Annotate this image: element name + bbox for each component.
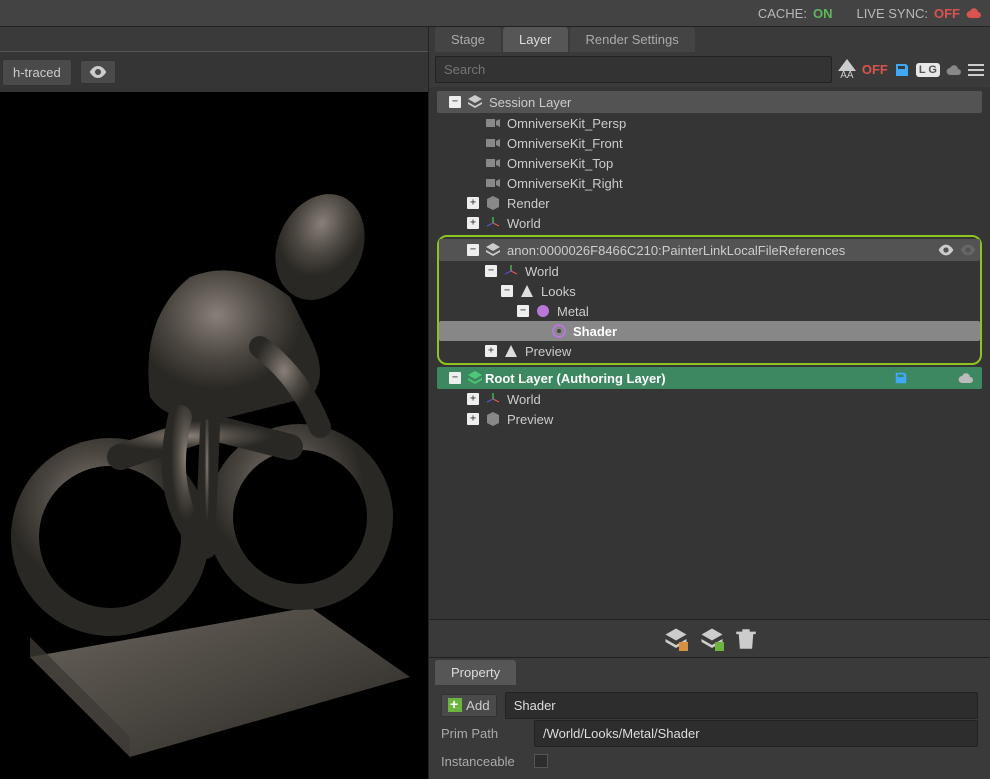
expand-icon[interactable]	[485, 265, 497, 277]
cloud-icon-grey[interactable]	[958, 372, 974, 384]
expand-icon[interactable]	[517, 305, 529, 317]
panel-tabs: Stage Layer Render Settings	[429, 27, 990, 52]
instanceable-label: Instanceable	[441, 754, 526, 769]
prim-icon	[519, 283, 535, 299]
session-layer-row[interactable]: Session Layer	[437, 91, 982, 113]
camera-icon	[485, 115, 501, 131]
cloud-icon-grey[interactable]	[946, 64, 962, 76]
axis-icon	[503, 263, 519, 279]
tree-item-looks[interactable]: Looks	[439, 281, 980, 301]
tree-item-persp[interactable]: OmniverseKit_Persp	[437, 113, 982, 133]
tree-item-render[interactable]: Render	[437, 193, 982, 213]
tab-property[interactable]: Property	[435, 660, 516, 685]
tree-item-metal[interactable]: Metal	[439, 301, 980, 321]
root-layer-row[interactable]: Root Layer (Authoring Layer)	[437, 367, 982, 389]
viewport-3d[interactable]	[0, 92, 428, 779]
plus-icon	[448, 698, 462, 712]
tree-item-world-1[interactable]: World	[437, 213, 982, 233]
viewport-panel: h-traced	[0, 27, 428, 779]
cache-label: CACHE:	[758, 6, 807, 21]
tree-item-world-3[interactable]: World	[437, 389, 982, 409]
camera-icon	[485, 175, 501, 191]
expand-icon[interactable]	[467, 393, 479, 405]
aa-icon[interactable]: AA	[838, 59, 856, 81]
expand-icon[interactable]	[467, 217, 479, 229]
livesync-label: LIVE SYNC:	[856, 6, 928, 21]
prim-path-label: Prim Path	[441, 726, 526, 741]
axis-icon	[485, 391, 501, 407]
layer-actions	[429, 619, 990, 657]
save-icon[interactable]	[894, 62, 910, 78]
layers-icon	[467, 370, 483, 386]
search-input[interactable]	[435, 56, 832, 83]
save-icon[interactable]	[894, 371, 908, 385]
layer-tree: Session Layer OmniverseKit_Persp Omniver…	[429, 87, 990, 619]
tree-item-front[interactable]: OmniverseKit_Front	[437, 133, 982, 153]
property-panel: Property Add Prim Path Instanceable	[429, 657, 990, 779]
expand-icon[interactable]	[485, 345, 497, 357]
render-mode-button[interactable]: h-traced	[2, 59, 72, 86]
shader-icon	[551, 323, 567, 339]
visibility-button[interactable]	[80, 60, 116, 84]
tab-render-settings[interactable]: Render Settings	[570, 27, 695, 52]
expand-icon[interactable]	[467, 244, 479, 256]
add-button[interactable]: Add	[441, 694, 497, 717]
lg-badge[interactable]: L G	[916, 63, 940, 77]
layer-add-icon[interactable]	[664, 627, 688, 651]
expand-icon[interactable]	[501, 285, 513, 297]
expand-icon[interactable]	[467, 413, 479, 425]
axis-icon	[485, 215, 501, 231]
top-bar: CACHE: ON LIVE SYNC: OFF	[0, 0, 990, 27]
trash-icon[interactable]	[736, 628, 756, 650]
expand-icon[interactable]	[449, 96, 461, 108]
tab-stage[interactable]: Stage	[435, 27, 501, 52]
cache-status: ON	[813, 6, 833, 21]
tree-item-preview-1[interactable]: Preview	[439, 341, 980, 361]
anon-layer-row[interactable]: anon:0000026F8466C210:PainterLinkLocalFi…	[439, 239, 980, 261]
layers-icon	[485, 242, 501, 258]
tree-item-world-2[interactable]: World	[439, 261, 980, 281]
tab-layer[interactable]: Layer	[503, 27, 568, 52]
name-field[interactable]	[505, 692, 978, 719]
viewport-content	[10, 117, 410, 757]
menu-icon[interactable]	[968, 63, 984, 77]
highlighted-layer-group: anon:0000026F8466C210:PainterLinkLocalFi…	[437, 235, 982, 365]
viewport-toolbar: h-traced	[0, 52, 428, 92]
search-row: AA OFF L G	[429, 52, 990, 87]
livesync-status: OFF	[934, 6, 960, 21]
expand-icon[interactable]	[467, 197, 479, 209]
cube-icon	[485, 411, 501, 427]
cloud-icon[interactable]	[966, 7, 982, 19]
eye-icon[interactable]	[938, 244, 954, 256]
prim-icon	[503, 343, 519, 359]
tree-item-top[interactable]: OmniverseKit_Top	[437, 153, 982, 173]
eye-icon-dim[interactable]	[960, 244, 976, 256]
prim-path-field[interactable]	[534, 720, 978, 747]
tree-item-preview-2[interactable]: Preview	[437, 409, 982, 429]
layers-icon	[467, 94, 483, 110]
expand-icon[interactable]	[449, 372, 461, 384]
tree-item-shader[interactable]: Shader	[439, 321, 980, 341]
camera-icon	[485, 135, 501, 151]
cube-icon	[485, 195, 501, 211]
tree-item-right[interactable]: OmniverseKit_Right	[437, 173, 982, 193]
material-icon	[535, 303, 551, 319]
layer-new-icon[interactable]	[700, 627, 724, 651]
camera-icon	[485, 155, 501, 171]
aa-off[interactable]: OFF	[862, 62, 888, 77]
instanceable-checkbox[interactable]	[534, 754, 548, 768]
